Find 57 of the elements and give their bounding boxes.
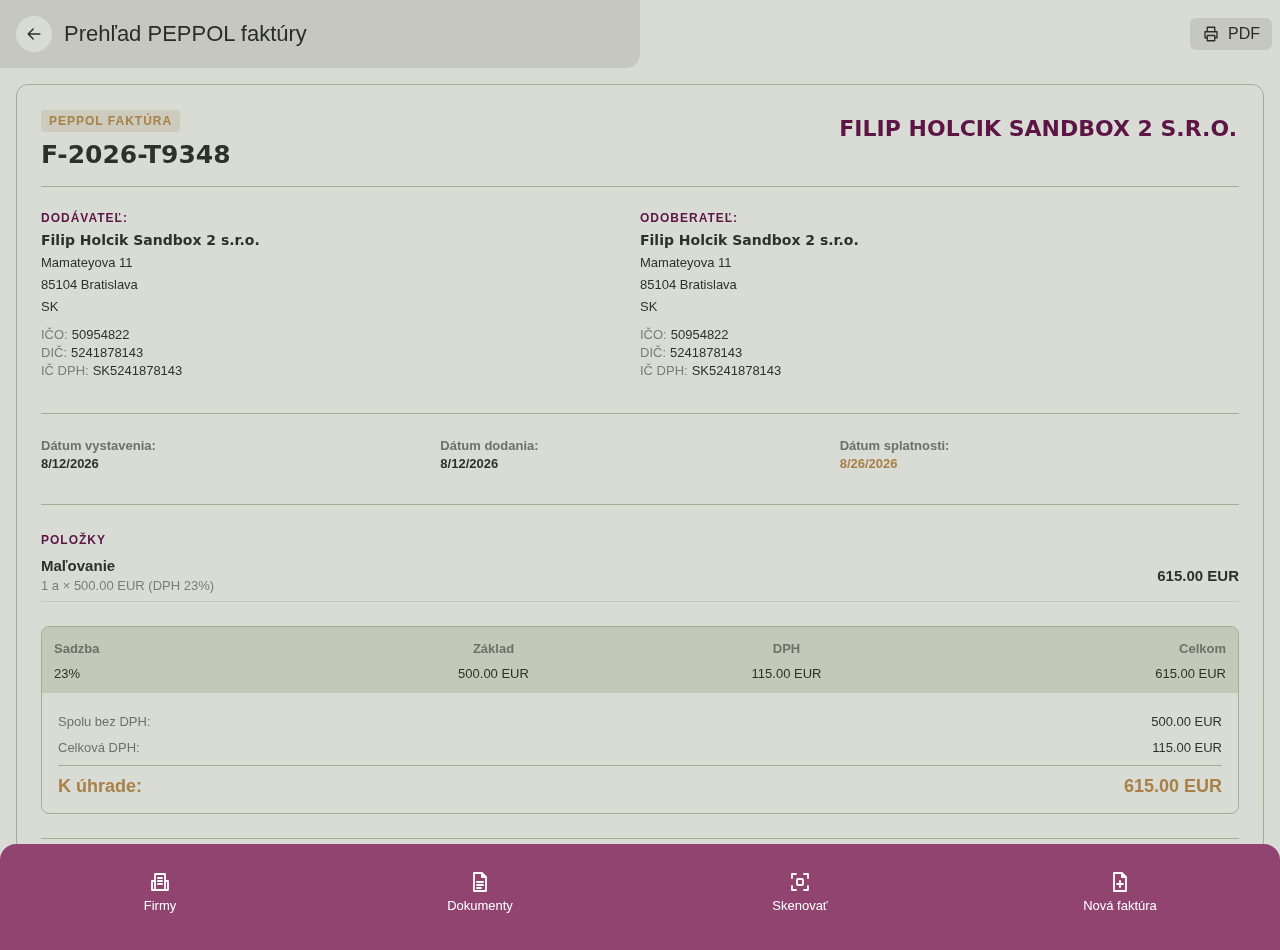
address-line: SK xyxy=(41,298,60,316)
party-name: Filip Holcik Sandbox 2 s.r.o. xyxy=(640,232,860,248)
address-line: Mamateyova 11 xyxy=(640,254,733,272)
party-name: Filip Holcik Sandbox 2 s.r.o. xyxy=(41,232,261,248)
address-line: SK xyxy=(640,298,659,316)
id-label: IČ DPH: xyxy=(41,363,89,378)
id-value: 50954822 xyxy=(670,327,729,342)
date-label: Dátum vystavenia: xyxy=(41,438,157,453)
column-header: Základ xyxy=(471,641,516,656)
nav-item[interactable]: Dokumenty xyxy=(447,867,513,927)
summary-value: 500.00 EUR xyxy=(1151,713,1222,731)
column-header: Sadzba xyxy=(54,641,101,656)
section-label: DODÁVATEĽ: xyxy=(41,211,129,225)
id-label: IČO: xyxy=(41,327,68,342)
table-cell-text: 115.00 EUR xyxy=(750,666,823,681)
section-heading: POLOŽKY xyxy=(41,533,107,547)
company-name: FILIP HOLCIK SANDBOX 2 S.R.O. xyxy=(839,116,1237,141)
id-label: DIČ: xyxy=(41,345,67,360)
id-label: DIČ: xyxy=(640,345,666,360)
summary-value: 115.00 EUR xyxy=(1152,739,1222,757)
summary-label: Spolu bez DPH: xyxy=(58,713,151,731)
column-header: Celkom xyxy=(1178,641,1226,656)
nav-item[interactable]: Skenovať xyxy=(772,867,828,927)
table-cell-text: 23% xyxy=(54,666,82,681)
date-label: Dátum dodania: xyxy=(440,438,540,453)
address-line: 85104 Bratislava xyxy=(640,276,738,294)
printer-icon xyxy=(1202,25,1220,43)
address-line: 85104 Bratislava xyxy=(41,276,139,294)
item-name: Maľovanie xyxy=(41,557,117,574)
invoice-number: F-2026-T9348 xyxy=(41,140,231,169)
id-value: SK5241878143 xyxy=(92,363,183,378)
id-value: 50954822 xyxy=(71,327,130,342)
id-label: IČO: xyxy=(640,327,667,342)
nav-item[interactable]: Firmy xyxy=(143,867,177,927)
invoice-type-badge: PEPPOL FAKTÚRA xyxy=(41,110,181,132)
item-detail: 1 a × 500.00 EUR (DPH 23%) xyxy=(41,578,215,593)
section-label: ODOBERATEĽ: xyxy=(640,211,740,225)
total-label: K úhrade: xyxy=(58,776,142,797)
nav-item[interactable]: Nová faktúra xyxy=(1083,867,1157,927)
table-cell-text: 500.00 EUR xyxy=(457,666,530,681)
summary-label: Celková DPH: xyxy=(58,739,140,757)
back-button[interactable] xyxy=(16,16,52,52)
date-value: 8/12/2026 xyxy=(41,456,100,471)
id-label: IČ DPH: xyxy=(640,363,688,378)
column-header: DPH xyxy=(771,641,802,656)
total-value: 615.00 EUR xyxy=(1123,776,1222,797)
pdf-button[interactable]: PDF xyxy=(1190,18,1272,50)
date-label: Dátum splatnosti: xyxy=(839,438,951,453)
date-value: 8/26/2026 xyxy=(839,456,899,471)
id-value: SK5241878143 xyxy=(691,363,782,378)
id-value: 5241878143 xyxy=(670,345,743,360)
item-total: 615.00 EUR xyxy=(1157,566,1239,584)
table-cell-text: 615.00 EUR xyxy=(1154,666,1226,681)
date-value: 8/12/2026 xyxy=(440,456,500,471)
address-line: Mamateyova 11 xyxy=(41,254,134,272)
page-title: Prehľad PEPPOL faktúry xyxy=(64,21,307,47)
id-value: 5241878143 xyxy=(71,345,144,360)
